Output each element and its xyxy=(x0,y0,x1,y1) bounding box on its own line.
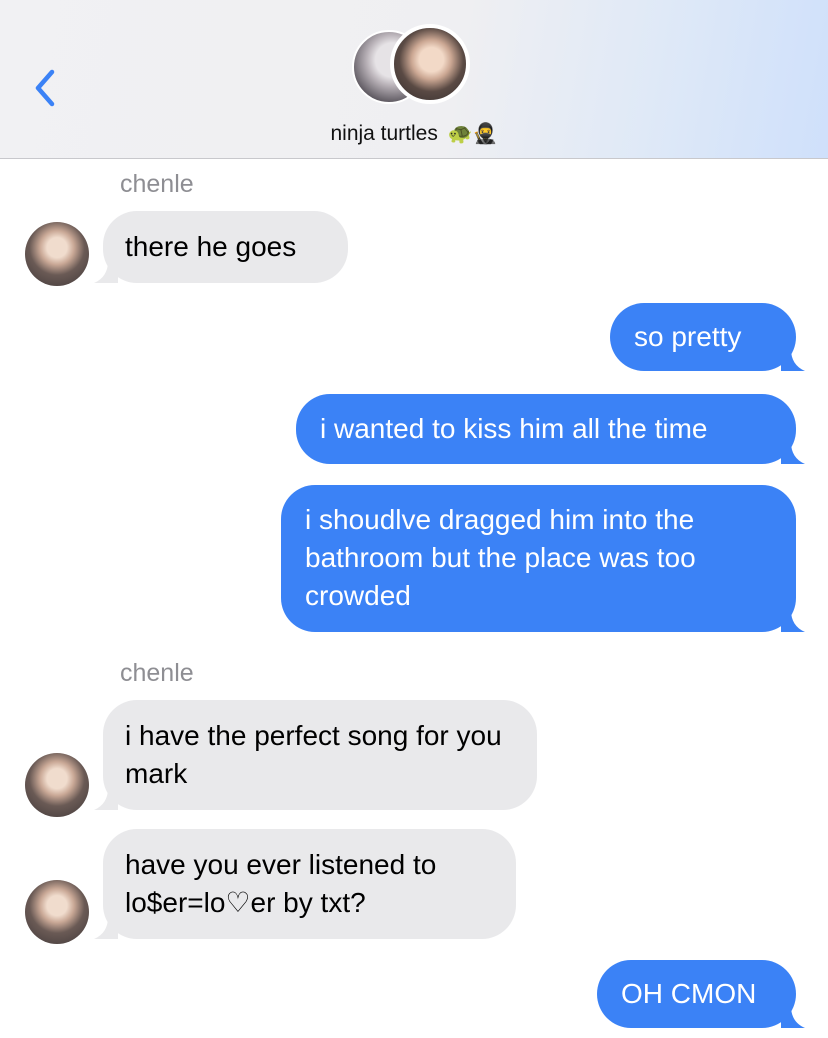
group-name-text: ninja turtles xyxy=(330,122,438,145)
chevron-left-icon xyxy=(35,69,55,107)
bubble-tail xyxy=(781,610,805,632)
message-text: there he goes xyxy=(125,231,297,262)
sender-avatar[interactable] xyxy=(25,753,89,817)
message-text: i wanted to kiss him all the time xyxy=(320,413,708,444)
message-text: have you ever listened to lo$er=lo♡er by… xyxy=(125,849,437,918)
message-bubble-outgoing[interactable]: OH CMON xyxy=(597,960,805,1028)
group-avatar-stack[interactable] xyxy=(352,24,478,108)
bubble-tail xyxy=(94,261,118,283)
sender-name: chenle xyxy=(120,659,194,687)
bubble-tail xyxy=(781,349,805,371)
bubble-tail xyxy=(781,442,805,464)
message-text: i have the perfect song for you mark xyxy=(125,720,502,789)
bubble-tail xyxy=(781,1006,805,1028)
bubble-tail xyxy=(94,917,118,939)
message-bubble-outgoing[interactable]: so pretty xyxy=(610,303,805,371)
message-text: OH CMON xyxy=(621,978,757,1009)
message-bubble-outgoing[interactable]: i shoudlve dragged him into the bathroom… xyxy=(281,485,805,632)
turtle-ninja-emoji: 🐢🥷 xyxy=(447,121,498,145)
message-text: i shoudlve dragged him into the bathroom… xyxy=(305,504,696,611)
message-bubble-incoming[interactable]: there he goes xyxy=(94,211,348,283)
sender-name: chenle xyxy=(120,170,194,198)
message-bubble-incoming[interactable]: have you ever listened to lo$er=lo♡er by… xyxy=(94,829,516,939)
group-title[interactable]: ninja turtles 🐢🥷 xyxy=(0,121,828,146)
conversation-header: ninja turtles 🐢🥷 xyxy=(0,0,828,159)
message-bubble-incoming[interactable]: i have the perfect song for you mark xyxy=(94,700,537,810)
back-button[interactable] xyxy=(26,64,66,112)
sender-avatar[interactable] xyxy=(25,222,89,286)
sender-avatar[interactable] xyxy=(25,880,89,944)
bubble-tail xyxy=(94,788,118,810)
message-bubble-outgoing[interactable]: i wanted to kiss him all the time xyxy=(296,394,805,464)
message-text: so pretty xyxy=(634,321,742,352)
member-avatar xyxy=(390,24,470,104)
